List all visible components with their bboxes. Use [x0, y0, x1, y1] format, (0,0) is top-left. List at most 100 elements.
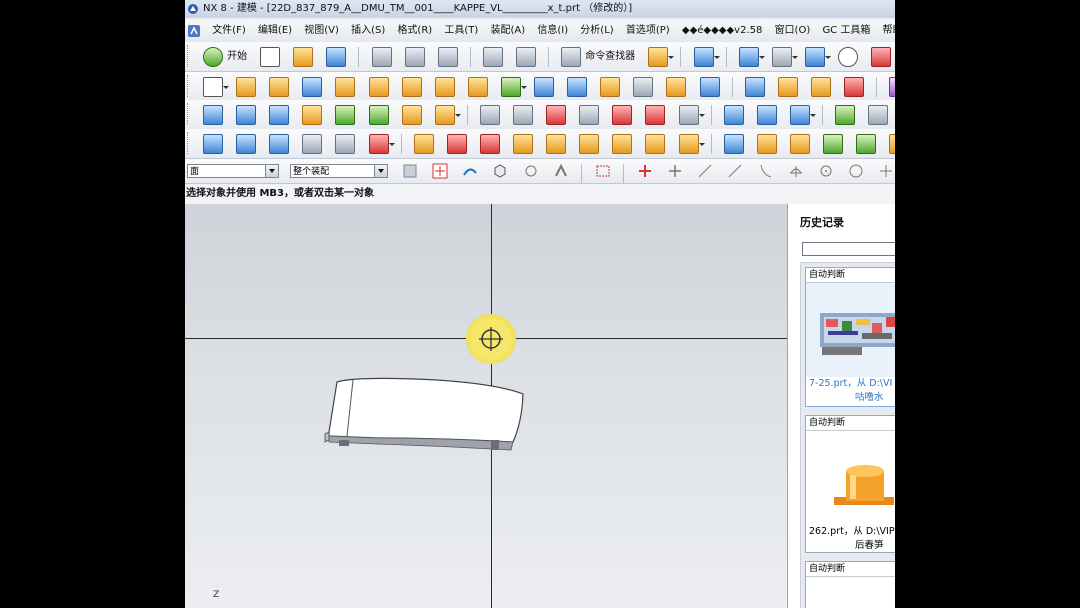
fit-view-icon[interactable]: [738, 47, 765, 67]
mass-properties-icon[interactable]: [789, 105, 816, 125]
interference-icon[interactable]: [868, 105, 889, 125]
select-component-icon[interactable]: [523, 163, 539, 179]
redo-icon[interactable]: [516, 47, 537, 67]
curve-edit-icon[interactable]: [678, 105, 705, 125]
render-style-icon[interactable]: [771, 47, 798, 67]
selection-tool-icon[interactable]: [693, 47, 720, 67]
shrinkage-icon[interactable]: [302, 134, 323, 154]
new-file-icon[interactable]: [260, 47, 281, 67]
snap-point-icon[interactable]: [432, 163, 448, 179]
move-component-icon[interactable]: [368, 105, 389, 125]
sketch-icon[interactable]: [203, 77, 230, 97]
boss-icon[interactable]: [368, 77, 389, 97]
datum-plane-icon[interactable]: [534, 77, 555, 97]
save-icon[interactable]: [326, 47, 347, 67]
unblank-icon[interactable]: [678, 134, 705, 154]
menu-help[interactable]: 帮助(H): [878, 20, 895, 42]
dimension-icon[interactable]: [789, 134, 810, 154]
menu-insert[interactable]: 插入(S): [346, 20, 389, 42]
repeat-command-icon[interactable]: [648, 47, 675, 67]
command-finder-button[interactable]: 命令查找器: [585, 42, 635, 71]
block-icon[interactable]: [302, 77, 323, 97]
toolbar-grip[interactable]: [187, 132, 191, 154]
show-hide-icon[interactable]: [513, 134, 534, 154]
hole-icon[interactable]: [335, 77, 356, 97]
graphics-viewport[interactable]: Z: [185, 204, 787, 608]
measure-angle-icon[interactable]: [756, 105, 777, 125]
weld-icon[interactable]: [856, 134, 877, 154]
slot-icon[interactable]: [467, 77, 488, 97]
copy-icon[interactable]: [404, 47, 425, 67]
pad-icon[interactable]: [434, 77, 455, 97]
pocket-icon[interactable]: [401, 77, 422, 97]
shaded-sphere-icon[interactable]: [837, 47, 858, 67]
snap-midpoint-icon[interactable]: [667, 163, 683, 179]
unite-icon[interactable]: [500, 77, 527, 97]
history-card[interactable]: 自动判断: [805, 561, 895, 608]
workpiece-icon[interactable]: [335, 134, 356, 154]
snap-line-icon[interactable]: [697, 163, 713, 179]
mold-csys-icon[interactable]: [269, 134, 290, 154]
rectangle-select-icon[interactable]: [595, 163, 611, 179]
paste-icon[interactable]: [437, 47, 458, 67]
curve-offset-icon[interactable]: [579, 105, 600, 125]
curve-project-icon[interactable]: [612, 105, 633, 125]
curve-line-icon[interactable]: [479, 105, 500, 125]
reposition-icon[interactable]: [302, 105, 323, 125]
undo-icon[interactable]: [482, 47, 503, 67]
edge-blend-icon[interactable]: [600, 77, 621, 97]
snap-existing-point-icon[interactable]: [878, 163, 894, 179]
start-button[interactable]: 开始: [227, 42, 247, 71]
select-feature-icon[interactable]: [462, 163, 478, 179]
extrude-icon[interactable]: [236, 77, 257, 97]
type-filter-dropdown[interactable]: 面: [187, 164, 279, 178]
curve-spline-icon[interactable]: [546, 105, 567, 125]
menu-plugin[interactable]: ◆◆é◆◆◆◆v2.58: [677, 20, 766, 42]
show-all-icon[interactable]: [579, 134, 600, 154]
hide-icon[interactable]: [546, 134, 567, 154]
datum-axis-icon[interactable]: [567, 77, 588, 97]
snap-arc-icon[interactable]: [757, 163, 773, 179]
menu-information[interactable]: 信息(I): [532, 20, 572, 42]
chevron-down-icon[interactable]: [265, 165, 278, 177]
toolbar-grip[interactable]: [187, 103, 191, 125]
menu-window[interactable]: 窗口(O): [770, 20, 815, 42]
history-card[interactable]: 自动判断 262.prt，从 D:\VIP 后春笋: [805, 415, 895, 553]
note-icon[interactable]: [822, 134, 843, 154]
pattern-feature-icon[interactable]: [843, 77, 864, 97]
part-model[interactable]: [317, 374, 527, 454]
offset-face-icon[interactable]: [777, 77, 798, 97]
blank-icon[interactable]: [645, 134, 666, 154]
select-body-icon[interactable]: [492, 163, 508, 179]
shell-icon[interactable]: [666, 77, 687, 97]
drafting-icon[interactable]: [756, 134, 777, 154]
menu-preferences[interactable]: 首选项(P): [621, 20, 674, 42]
pmi-icon[interactable]: [723, 134, 744, 154]
add-component-icon[interactable]: [236, 105, 257, 125]
orient-view-icon[interactable]: [804, 47, 831, 67]
wcs-icon[interactable]: [871, 47, 892, 67]
assembly-navigator-icon[interactable]: [203, 105, 224, 125]
chamfer-icon[interactable]: [633, 77, 654, 97]
menu-analysis[interactable]: 分析(L): [575, 20, 617, 42]
menu-file[interactable]: 文件(F): [207, 20, 250, 42]
cut-icon[interactable]: [371, 47, 392, 67]
menu-view[interactable]: 视图(V): [299, 20, 343, 42]
mold-init-icon[interactable]: [236, 134, 257, 154]
snap-center-icon[interactable]: [818, 163, 834, 179]
toolbar-grip[interactable]: [187, 75, 191, 97]
mirror-feature-icon[interactable]: [889, 77, 895, 97]
toolbar-grip[interactable]: [187, 45, 191, 67]
move-to-layer-icon[interactable]: [446, 134, 467, 154]
menu-edit[interactable]: 编辑(E): [253, 20, 296, 42]
measure-distance-icon[interactable]: [723, 105, 744, 125]
curve-intersect-icon[interactable]: [645, 105, 666, 125]
copy-to-layer-icon[interactable]: [479, 134, 500, 154]
open-folder-icon[interactable]: [293, 47, 314, 67]
snap-quadrant-icon[interactable]: [848, 163, 864, 179]
electrode-icon[interactable]: [889, 134, 895, 154]
snap-curve-icon[interactable]: [727, 163, 743, 179]
trim-body-icon[interactable]: [744, 77, 765, 97]
check-geometry-icon[interactable]: [835, 105, 856, 125]
snap-intersection-icon[interactable]: [788, 163, 804, 179]
